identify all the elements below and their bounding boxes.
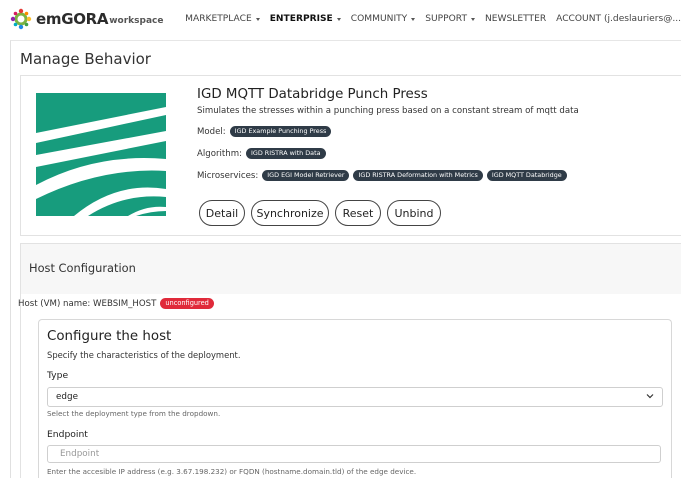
microservice-tag[interactable]: IGD RISTRA Deformation with Metrics — [353, 170, 483, 181]
nav-label: ACCOUNT (j.deslauriers@... — [556, 14, 681, 24]
page-title: Manage Behavior — [20, 50, 151, 68]
configure-title: Configure the host — [47, 329, 172, 344]
model-row: Model: IGD Example Punching Press — [197, 126, 332, 137]
microservice-tag[interactable]: IGD MQTT Databridge — [486, 170, 567, 181]
reset-button[interactable]: Reset — [335, 200, 381, 226]
algorithm-tag[interactable]: IGD RISTRA with Data — [245, 148, 326, 159]
gear-logo-icon — [10, 8, 32, 30]
microservice-tag[interactable]: IGD EGI Model Retriever — [262, 170, 350, 181]
brand-logo[interactable]: emGORA workspace — [10, 8, 163, 30]
nav-label: MARKETPLACE — [185, 14, 252, 24]
microservices-row: Microservices: IGD EGI Model Retriever I… — [197, 170, 567, 181]
type-label: Type — [47, 370, 69, 381]
configure-subtitle: Specify the characteristics of the deplo… — [47, 350, 241, 360]
nav-enterprise[interactable]: ENTERPRISE — [270, 14, 341, 24]
behavior-actions: Detail Synchronize Reset Unbind — [199, 200, 447, 226]
behavior-description: Simulates the stresses within a punching… — [197, 106, 579, 116]
host-configuration-header: Host Configuration — [21, 244, 681, 294]
unbind-button[interactable]: Unbind — [387, 200, 441, 226]
type-select[interactable]: edge — [47, 387, 663, 407]
type-help: Select the deployment type from the drop… — [47, 409, 221, 418]
model-label: Model: — [197, 126, 226, 137]
endpoint-input[interactable] — [47, 445, 661, 463]
nav-newsletter[interactable]: NEWSLETTER — [485, 14, 546, 24]
host-name-label: Host (VM) name: WEBSIM_HOST — [18, 298, 157, 309]
top-navbar: emGORA workspace MARKETPLACE ENTERPRISE … — [0, 0, 681, 40]
brand-suffix: workspace — [109, 16, 164, 26]
caret-down-icon — [255, 17, 260, 21]
type-value: edge — [56, 392, 78, 402]
microservices-label: Microservices: — [197, 170, 259, 181]
caret-down-icon — [411, 17, 416, 21]
host-configuration-title: Host Configuration — [29, 261, 136, 275]
nav-label: ENTERPRISE — [269, 14, 333, 24]
caret-down-icon — [471, 17, 475, 21]
algorithm-label: Algorithm: — [197, 148, 242, 159]
fraunhofer-logo-icon — [36, 93, 166, 216]
status-badge: unconfigured — [160, 298, 214, 309]
host-name: Host (VM) name: WEBSIM_HOST unconfigured — [18, 298, 214, 309]
behavior-card: IGD MQTT Databridge Punch Press Simulate… — [20, 75, 681, 236]
chevron-down-icon — [646, 394, 654, 399]
detail-button[interactable]: Detail — [199, 200, 245, 226]
caret-down-icon — [336, 17, 341, 21]
nav-support[interactable]: SUPPORT — [425, 14, 475, 24]
model-tag[interactable]: IGD Example Punching Press — [229, 126, 332, 137]
nav-marketplace[interactable]: MARKETPLACE — [185, 14, 260, 24]
nav-label: COMMUNITY — [350, 14, 408, 24]
algorithm-row: Algorithm: IGD RISTRA with Data — [197, 148, 326, 159]
endpoint-label: Endpoint — [47, 429, 88, 440]
nav-label: SUPPORT — [425, 14, 467, 24]
main-nav: MARKETPLACE ENTERPRISE COMMUNITY SUPPORT… — [175, 14, 681, 24]
synchronize-button[interactable]: Synchronize — [251, 200, 329, 226]
endpoint-help: Enter the accesible IP address (e.g. 3.6… — [47, 467, 417, 476]
behavior-title: IGD MQTT Databridge Punch Press — [197, 87, 428, 102]
nav-account[interactable]: ACCOUNT (j.deslauriers@... — [556, 14, 681, 24]
brand-name: emGORA — [36, 10, 109, 28]
nav-community[interactable]: COMMUNITY — [350, 14, 416, 24]
nav-label: NEWSLETTER — [485, 14, 547, 24]
configure-host-form: Configure the host Specify the character… — [38, 319, 672, 478]
